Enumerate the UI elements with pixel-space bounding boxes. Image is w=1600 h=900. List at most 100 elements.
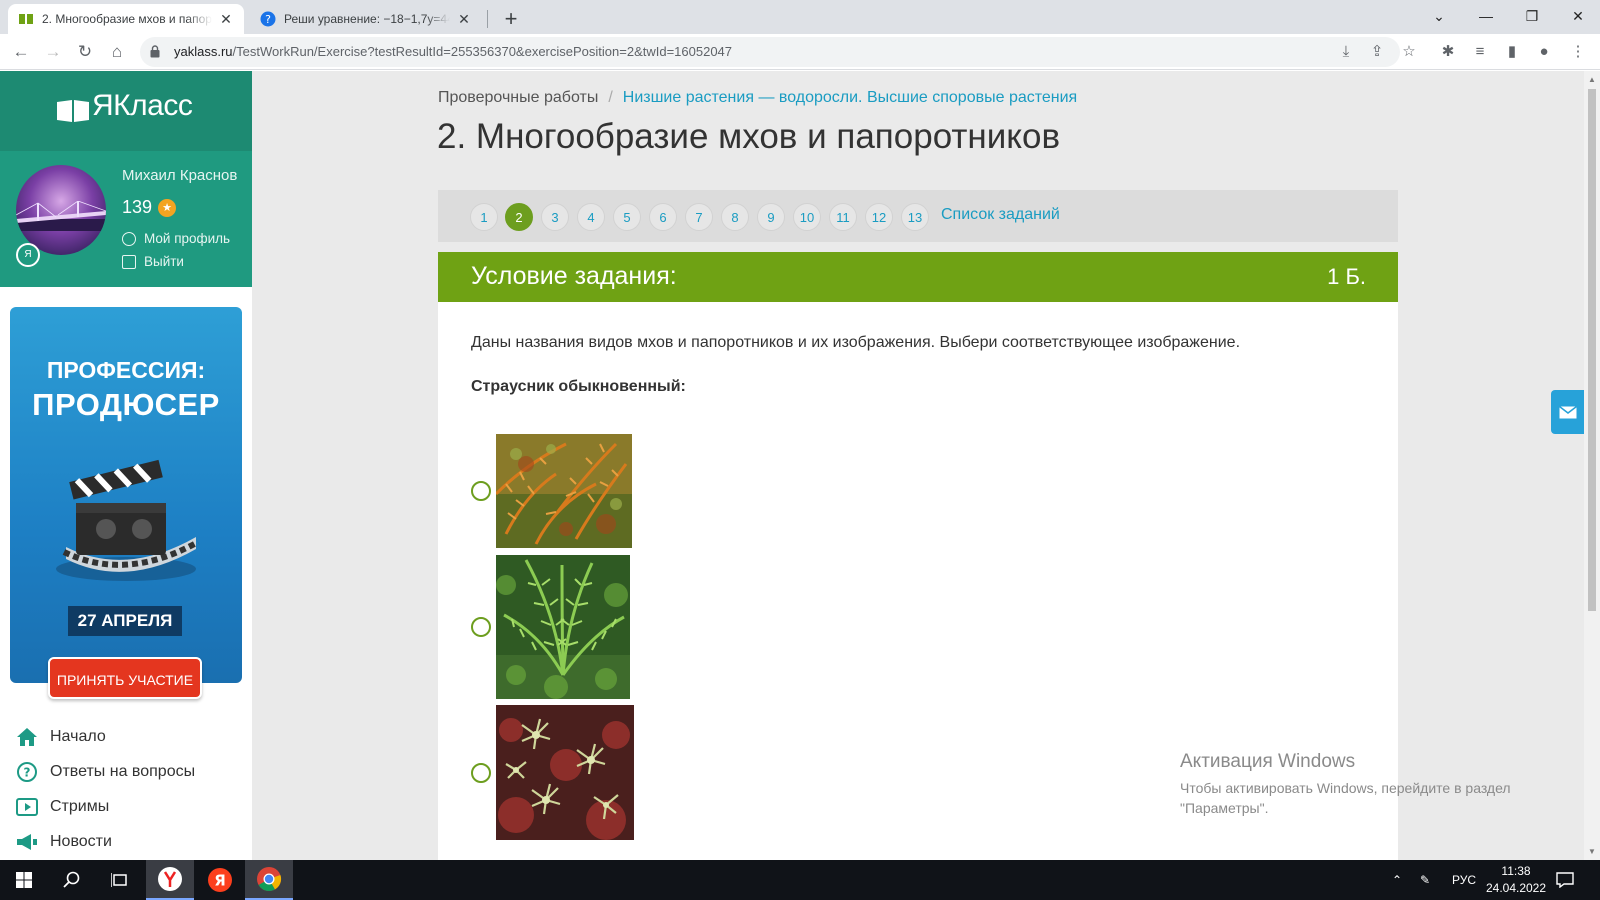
browser-tab-active[interactable]: 2. Многообразие мхов и папоротников ✕ [8, 4, 244, 34]
tray-chevron-icon[interactable]: ⌃ [1392, 860, 1402, 900]
site-logo[interactable]: ЯКласс [0, 71, 252, 151]
task-number-4[interactable]: 4 [577, 203, 605, 231]
notifications-icon[interactable] [1556, 860, 1574, 900]
sidebar-item-streams[interactable]: Стримы [16, 789, 246, 824]
question-subject: Страусник обыкновенный: [471, 378, 686, 395]
browser-toolbar: ← → ↻ ⌂ yaklass.ru/TestWorkRun/Exercise?… [0, 34, 1600, 70]
profile-icon[interactable]: ● [1532, 40, 1556, 64]
home-icon[interactable]: ⌂ [104, 39, 130, 65]
avatar-image [16, 201, 106, 231]
tab-close-icon[interactable]: ✕ [218, 11, 234, 28]
mail-icon [1558, 405, 1577, 418]
task-number-1[interactable]: 1 [470, 203, 498, 231]
extensions-icon[interactable]: ✱ [1436, 40, 1460, 64]
ostrich-fern-photo[interactable] [496, 555, 630, 699]
scroll-down-icon[interactable]: ▼ [1588, 847, 1596, 856]
search-button[interactable] [48, 860, 96, 900]
profile-link-label: Мой профиль [144, 231, 231, 246]
taskbar-chrome[interactable] [245, 860, 293, 900]
windows-activation-watermark: Активация Windows Чтобы активировать Win… [1180, 751, 1511, 818]
watermark-text: Чтобы активировать Windows, перейдите в … [1180, 778, 1511, 818]
tab-title: 2. Многообразие мхов и папоротников [42, 12, 212, 26]
new-tab-button[interactable]: + [497, 6, 525, 34]
yaklass-favicon-icon [18, 11, 34, 27]
sidebar-item-home[interactable]: Начало [16, 719, 246, 754]
language-indicator[interactable]: РУС [1452, 860, 1476, 900]
scroll-up-icon[interactable]: ▲ [1588, 75, 1596, 84]
svg-text:?: ? [265, 13, 271, 26]
start-button[interactable] [0, 860, 48, 900]
scrollbar-thumb[interactable] [1588, 89, 1596, 611]
address-bar[interactable]: yaklass.ru/TestWorkRun/Exercise?testResu… [140, 37, 1400, 67]
search-icon [63, 871, 80, 888]
task-number-9[interactable]: 9 [757, 203, 785, 231]
breadcrumb-separator: / [608, 89, 613, 106]
side-panel-icon[interactable]: ▮ [1500, 40, 1524, 64]
help-favicon-icon: ? [260, 11, 276, 27]
task-number-3[interactable]: 3 [541, 203, 569, 231]
question-header: Условие задания: 1 Б. [438, 252, 1398, 302]
sidebar-item-news[interactable]: Новости [16, 824, 246, 859]
task-number-2[interactable]: 2 [505, 203, 533, 231]
system-clock[interactable]: 11:38 24.04.2022 [1480, 863, 1552, 897]
web-page: ЯКласс Я Михаил Краснов 139 ★ Мой профил… [0, 71, 1584, 860]
task-navigation: 1 2 3 4 5 6 7 8 9 10 11 12 13 Список зад… [438, 190, 1398, 242]
sphagnum-moss-photo[interactable] [496, 705, 634, 840]
task-number-12[interactable]: 12 [865, 203, 893, 231]
restore-button[interactable]: ❐ [1509, 0, 1555, 34]
taskbar-yandex[interactable]: Я [196, 860, 244, 900]
taskbar-yandex-browser[interactable] [146, 860, 194, 900]
user-panel: Я Михаил Краснов 139 ★ Мой профиль Выйти [0, 151, 252, 287]
news-icon [16, 831, 38, 853]
task-list-link[interactable]: Список заданий [941, 206, 1060, 224]
minimize-button[interactable]: — [1463, 0, 1509, 34]
radio-button[interactable] [471, 762, 491, 783]
close-window-button[interactable]: ✕ [1555, 0, 1600, 34]
breadcrumb-topic[interactable]: Низшие растения — водоросли. Высшие спор… [623, 89, 1077, 106]
promo-banner[interactable]: ПРОФЕССИЯ: ПРОДЮСЕР 27 АПРЕЛЯ [10, 307, 242, 683]
logout-link[interactable]: Выйти [122, 254, 184, 269]
feedback-mail-button[interactable] [1551, 390, 1584, 434]
answer-option-2[interactable] [471, 555, 630, 699]
radio-button[interactable] [471, 617, 491, 637]
task-number-13[interactable]: 13 [901, 203, 929, 231]
task-number-11[interactable]: 11 [829, 203, 857, 231]
answer-option-1[interactable] [471, 434, 632, 548]
answer-option-3[interactable] [471, 705, 634, 840]
reload-icon[interactable]: ↻ [72, 39, 98, 65]
pen-icon[interactable]: ✎ [1420, 860, 1430, 900]
task-number-7[interactable]: 7 [685, 203, 713, 231]
avatar[interactable] [16, 165, 106, 255]
user-points: 139 ★ [122, 197, 177, 218]
url-text: yaklass.ru/TestWorkRun/Exercise?testResu… [174, 44, 732, 59]
tab-search-icon[interactable]: ⌄ [1416, 0, 1462, 34]
sidebar-item-answers[interactable]: ? Ответы на вопросы [16, 754, 246, 789]
reading-list-icon[interactable]: ≡ [1468, 40, 1492, 64]
user-name[interactable]: Михаил Краснов [122, 167, 237, 184]
breadcrumb-root[interactable]: Проверочные работы [438, 89, 598, 106]
task-number-10[interactable]: 10 [793, 203, 821, 231]
tab-close-icon[interactable]: ✕ [456, 11, 472, 28]
task-number-8[interactable]: 8 [721, 203, 749, 231]
menu-icon[interactable]: ⋮ [1566, 40, 1590, 64]
page-scrollbar[interactable]: ▲ ▼ [1584, 71, 1600, 860]
question-icon: ? [16, 761, 38, 783]
sidebar-item-label: Начало [50, 727, 106, 745]
autumn-fern-photo[interactable] [496, 434, 632, 548]
install-icon[interactable]: ⤓ [1334, 40, 1358, 64]
radio-button[interactable] [471, 481, 491, 501]
question-header-title: Условие задания: [471, 262, 677, 290]
clapperboard-icon [56, 459, 200, 581]
task-view-button[interactable] [96, 860, 144, 900]
back-icon[interactable]: ← [8, 39, 34, 65]
share-icon[interactable]: ⇪ [1365, 40, 1389, 64]
task-number-6[interactable]: 6 [649, 203, 677, 231]
question-points: 1 Б. [1327, 264, 1366, 289]
clock-time: 11:38 [1501, 864, 1531, 878]
profile-link[interactable]: Мой профиль [122, 231, 230, 246]
browser-tab[interactable]: ? Реши уравнение: −18−1,7y=44,4 ✕ [250, 4, 482, 34]
forward-icon[interactable]: → [40, 39, 66, 65]
bookmark-star-icon[interactable]: ☆ [1397, 40, 1421, 64]
banner-participate-button[interactable]: ПРИНЯТЬ УЧАСТИЕ [48, 657, 202, 699]
task-number-5[interactable]: 5 [613, 203, 641, 231]
